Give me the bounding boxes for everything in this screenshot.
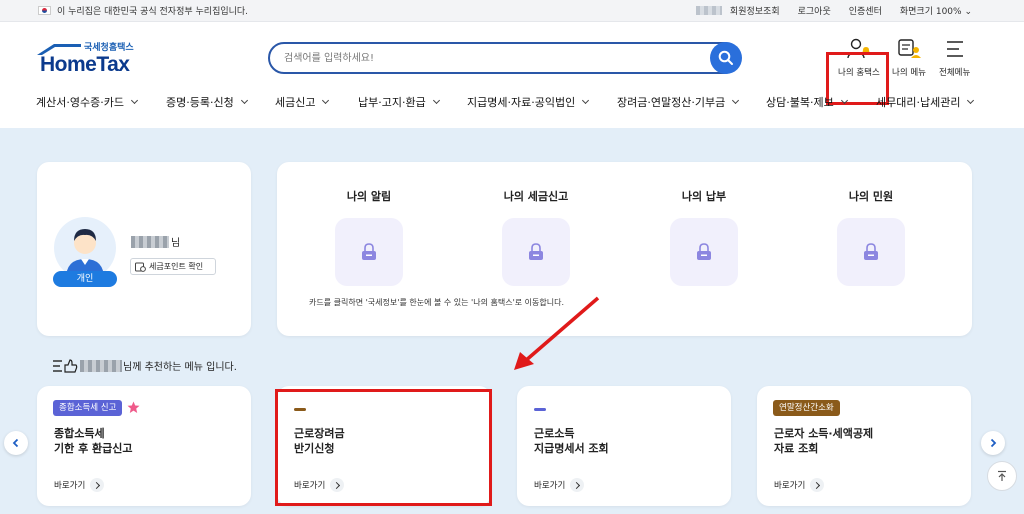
chevron-down-icon — [240, 96, 248, 105]
search-input[interactable] — [284, 44, 704, 72]
nav-item-tax-return[interactable]: 세금신고 — [275, 94, 330, 110]
chevron-down-icon — [322, 96, 330, 105]
lock-icon — [362, 243, 376, 260]
go-link[interactable]: 바로가기 — [534, 478, 585, 492]
lock-icon — [864, 243, 878, 260]
recommend-card-earned-income[interactable]: 근로소득 지급명세서 조회 바로가기 — [517, 386, 731, 506]
recommend-card-year-end[interactable]: 연말정산간소화 근로자 소득·세액공제 자료 조회 바로가기 — [757, 386, 971, 506]
card-accent-bar — [534, 408, 546, 411]
card-title: 근로소득 지급명세서 조회 — [534, 427, 609, 455]
my-menu-label: 나의 메뉴 — [892, 68, 926, 78]
chevron-down-icon — [432, 96, 440, 105]
hamburger-icon — [946, 41, 963, 57]
card-tag: 연말정산간소화 — [773, 400, 840, 416]
card-tag: 종합소득세 신고 — [53, 400, 123, 416]
chevron-right-icon — [570, 478, 585, 492]
my-payment-label: 나의 납부 — [681, 190, 727, 203]
gov-banner: 이 누리집은 대한민국 공식 전자정부 누리집입니다. 회원정보조회 로그아웃 … — [0, 0, 1024, 22]
screen-size-control[interactable]: 화면크기 100% ⌄ — [900, 4, 972, 17]
my-alerts-item[interactable]: 나의 알림 — [309, 188, 429, 286]
util-links: 회원정보조회 로그아웃 인증센터 화면크기 100% ⌄ — [695, 4, 972, 17]
arrow-up-icon — [998, 470, 1006, 481]
tax-point-button[interactable]: 세금포인트 확인 — [130, 258, 216, 275]
star-icon — [127, 401, 140, 413]
my-tax-return-label: 나의 세금신고 — [503, 190, 569, 203]
lock-tile — [335, 218, 403, 286]
lock-tile — [670, 218, 738, 286]
header: 국세청홈택스 HomeTax 나의 홈택스 나의 메뉴 — [0, 22, 1024, 128]
recommend-card-income-tax[interactable]: 종합소득세 신고 종합소득세 기한 후 환급신고 바로가기 — [37, 386, 251, 506]
nav-item-consult[interactable]: 상담·불복·제보 — [766, 94, 848, 110]
carousel-prev-button[interactable] — [4, 431, 28, 455]
user-type-badge: 개인 — [53, 271, 117, 287]
nav-item-statements[interactable]: 지급명세·자료·공익법인 — [467, 94, 590, 110]
masked-name — [80, 359, 122, 372]
masked-user-id — [695, 5, 722, 16]
my-civil-label: 나의 민원 — [848, 190, 894, 203]
recommend-heading: 님께 추천하는 메뉴 입니다. — [52, 358, 237, 373]
all-menu-label: 전체메뉴 — [939, 68, 971, 78]
thumbs-up-list-icon — [53, 358, 78, 373]
lock-icon — [529, 243, 543, 260]
member-info-link[interactable]: 회원정보조회 — [730, 4, 780, 17]
annotation-arrow-icon — [514, 296, 600, 370]
search-box — [268, 42, 740, 74]
search-icon — [718, 50, 733, 65]
logo-subtitle: 국세청홈택스 — [84, 43, 134, 53]
chevron-left-icon — [12, 438, 19, 448]
my-hometax-card[interactable]: 나의 알림 나의 세금신고 나의 납부 나의 민원 카드를 클릭하면 '국세정보… — [277, 162, 972, 336]
chevron-right-icon — [990, 438, 997, 448]
cert-center-link[interactable]: 인증센터 — [849, 4, 882, 17]
my-payment-item[interactable]: 나의 납부 — [644, 188, 764, 286]
lock-icon — [697, 243, 711, 260]
my-tax-return-item[interactable]: 나의 세금신고 — [476, 188, 596, 286]
card-title: 종합소득세 기한 후 환급신고 — [54, 427, 133, 455]
chevron-down-icon — [732, 96, 740, 105]
chevron-down-icon — [840, 96, 848, 105]
chevron-right-icon — [810, 478, 825, 492]
carousel-next-button[interactable] — [981, 431, 1005, 455]
profile-card: 개인 님 세금포인트 확인 — [37, 162, 251, 336]
lock-tile — [837, 218, 905, 286]
avatar — [54, 217, 116, 279]
nav-item-certificate[interactable]: 증명·등록·신청 — [166, 94, 248, 110]
my-menu-button[interactable]: 나의 메뉴 — [892, 38, 926, 78]
person-icon — [66, 229, 104, 279]
card-title: 근로자 소득·세액공제 자료 조회 — [774, 427, 874, 455]
scroll-top-button[interactable] — [987, 461, 1017, 491]
chevron-down-icon — [967, 96, 975, 105]
logo-wordmark: HomeTax — [40, 53, 130, 76]
my-menu-icon — [898, 39, 921, 58]
go-link[interactable]: 바로가기 — [774, 478, 825, 492]
nav-item-agent[interactable]: 세무대리·납세관리 — [876, 94, 975, 110]
highlight-box-work-incentive — [275, 389, 492, 506]
main-nav: 계산서·영수증·카드 증명·등록·신청 세금신고 납부·고지·환급 지급명세·자… — [0, 94, 1024, 118]
lock-tile — [502, 218, 570, 286]
search-button[interactable] — [710, 42, 742, 74]
my-alerts-label: 나의 알림 — [346, 190, 392, 203]
nav-item-invoice[interactable]: 계산서·영수증·카드 — [36, 94, 138, 110]
my-civil-item[interactable]: 나의 민원 — [811, 188, 931, 286]
gov-notice: 이 누리집은 대한민국 공식 전자정부 누리집입니다. — [57, 7, 249, 17]
chevron-down-icon: ⌄ — [964, 7, 972, 17]
nav-item-incentive[interactable]: 장려금·연말정산·기부금 — [617, 94, 740, 110]
hometax-logo[interactable]: 국세청홈택스 HomeTax — [36, 40, 146, 76]
go-link[interactable]: 바로가기 — [54, 478, 105, 492]
chevron-right-icon — [90, 478, 105, 492]
korea-flag-icon — [38, 6, 51, 15]
chevron-down-icon — [582, 96, 590, 105]
masked-name — [131, 235, 169, 248]
user-name: 님 — [131, 234, 180, 249]
logout-link[interactable]: 로그아웃 — [798, 4, 831, 17]
tax-point-icon — [135, 262, 146, 272]
all-menu-button[interactable]: 전체메뉴 — [939, 38, 970, 78]
nav-item-payment[interactable]: 납부·고지·환급 — [358, 94, 440, 110]
chevron-down-icon — [130, 96, 138, 105]
